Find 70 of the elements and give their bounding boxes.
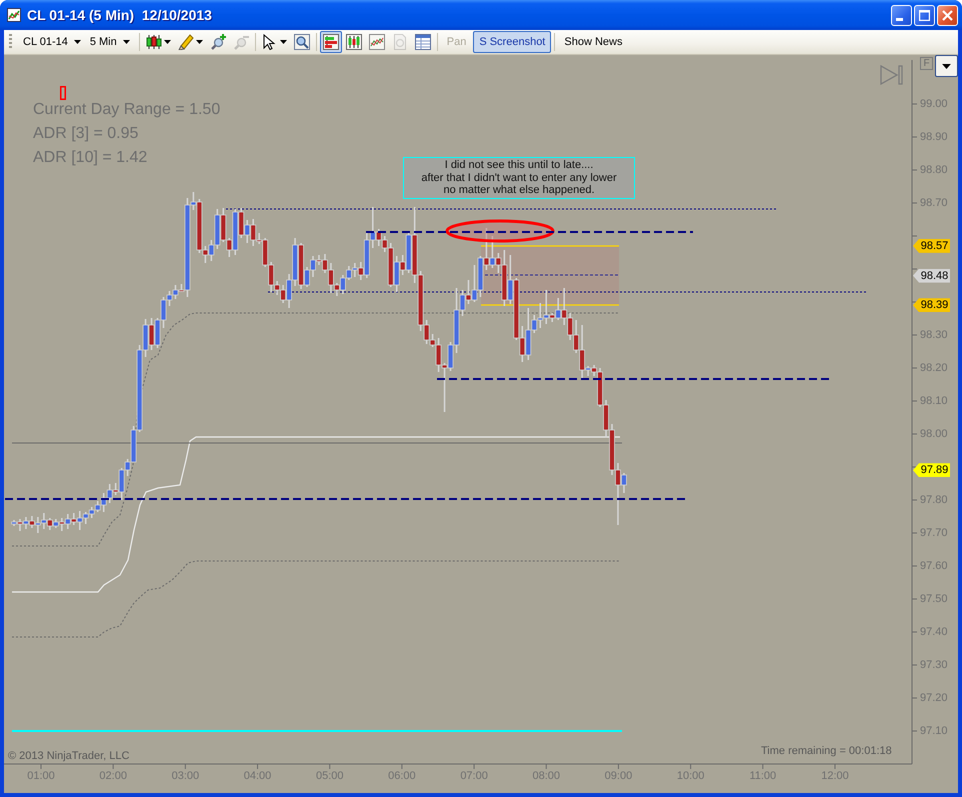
time-label: 07:00 <box>459 769 489 783</box>
caret-icon <box>942 64 951 68</box>
minimize-icon <box>896 18 903 20</box>
table-icon <box>414 34 431 50</box>
time-label: 12:00 <box>820 769 850 783</box>
price-label: 98.30 <box>920 328 948 342</box>
price-tag: 98.57 <box>913 238 950 253</box>
time-label: 03:00 <box>170 769 200 783</box>
time-label: 02:00 <box>98 769 128 783</box>
close-icon <box>942 10 953 20</box>
toolbar-button[interactable]: Show News <box>558 31 628 53</box>
price-label: 97.60 <box>920 559 948 573</box>
time-label: 05:00 <box>314 769 344 783</box>
caret-icon <box>280 40 287 44</box>
price-label: 97.30 <box>920 658 948 672</box>
maximize-icon <box>919 10 930 20</box>
indicator-text: ADR [3] = 0.95 <box>33 124 140 144</box>
chart-app-icon <box>7 8 21 22</box>
toolbar-button[interactable]: S Screenshot <box>473 31 552 53</box>
caret-icon <box>74 40 81 44</box>
toolbar-dropdown[interactable]: CL 01-14 <box>21 32 84 52</box>
bar-list-icon <box>322 34 339 50</box>
price-label: 97.10 <box>920 724 948 738</box>
page-icon <box>392 34 408 50</box>
pointer-icon <box>262 34 278 50</box>
candlestick-icon <box>346 34 362 50</box>
time-label: 10:00 <box>676 769 706 783</box>
price-label: 98.20 <box>920 361 948 375</box>
price-tag: 98.39 <box>913 298 950 312</box>
price-label: 97.50 <box>920 592 948 606</box>
zoom-in-icon <box>210 34 226 50</box>
window-title: CL 01-14 (5 Min) 12/10/2013 <box>27 7 213 23</box>
close-button[interactable] <box>937 4 958 26</box>
pencil-icon <box>178 34 194 50</box>
time-remaining-text: Time remaining = 00:01:18 <box>761 745 892 757</box>
magnifier-icon <box>294 34 310 50</box>
time-label: 04:00 <box>242 769 272 783</box>
caret-icon <box>196 40 203 44</box>
caret-icon <box>122 40 130 44</box>
price-label: 97.20 <box>920 691 948 705</box>
indicator-text: Current Day Range = 1.50 <box>33 100 220 120</box>
annotation-note: I did not see this until to late.... after that I didn't want to enter any lower no matter what else happened. <box>403 157 635 199</box>
price-tag: 98.48 <box>913 268 950 283</box>
candles-icon <box>146 34 162 50</box>
indicator-text: ADR [10] = 1.42 <box>33 148 148 168</box>
scale-menu-button[interactable] <box>935 55 958 77</box>
time-label: 11:00 <box>748 769 778 783</box>
maximize-button[interactable] <box>914 4 935 26</box>
time-label: 01:00 <box>26 769 56 783</box>
copyright-text: © 2013 NinjaTrader, LLC <box>8 750 130 762</box>
price-label: 99.00 <box>920 97 948 111</box>
price-tag: 97.89 <box>913 463 950 478</box>
time-label: 08:00 <box>531 769 562 783</box>
caret-icon <box>164 40 171 44</box>
price-label: 98.70 <box>920 196 948 210</box>
minimize-button[interactable] <box>891 4 912 26</box>
time-label: 06:00 <box>387 769 417 783</box>
price-label: 98.00 <box>920 427 948 441</box>
line-chart-icon <box>368 34 385 50</box>
price-label: 97.80 <box>920 493 948 507</box>
price-label: 97.70 <box>920 526 948 540</box>
time-label: 09:00 <box>604 769 634 783</box>
zoom-out-icon <box>232 34 249 50</box>
price-label: 98.90 <box>920 130 948 144</box>
toolbar-dropdown[interactable]: 5 Min <box>88 32 133 52</box>
price-label: 98.10 <box>920 394 948 408</box>
price-label: 98.80 <box>920 163 948 177</box>
toolbar-grip[interactable] <box>9 34 12 50</box>
rectangle-marker-icon <box>60 86 66 100</box>
price-label: 97.40 <box>920 625 948 639</box>
